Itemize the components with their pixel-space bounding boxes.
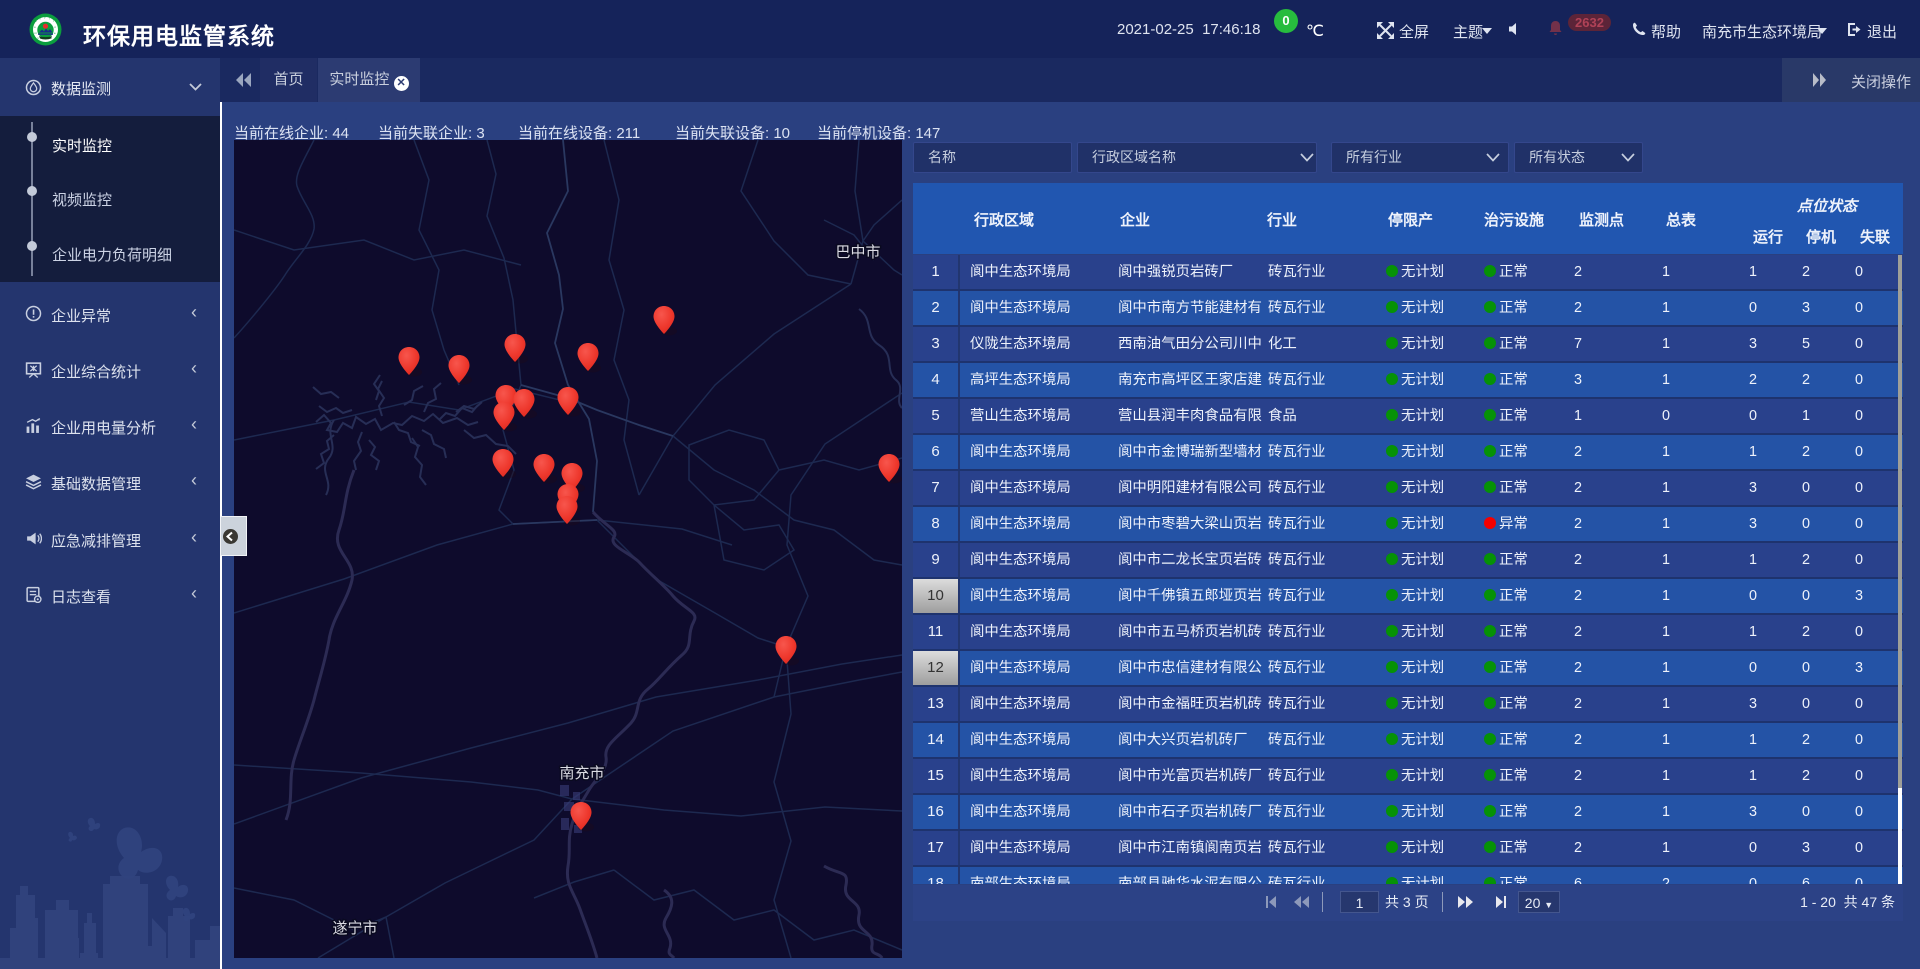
svg-text:巴中市: 巴中市	[835, 244, 880, 261]
svg-text:南充市: 南充市	[559, 765, 604, 782]
svg-text:遂宁市: 遂宁市	[332, 920, 377, 937]
svg-text:r: r	[53, 19, 54, 23]
